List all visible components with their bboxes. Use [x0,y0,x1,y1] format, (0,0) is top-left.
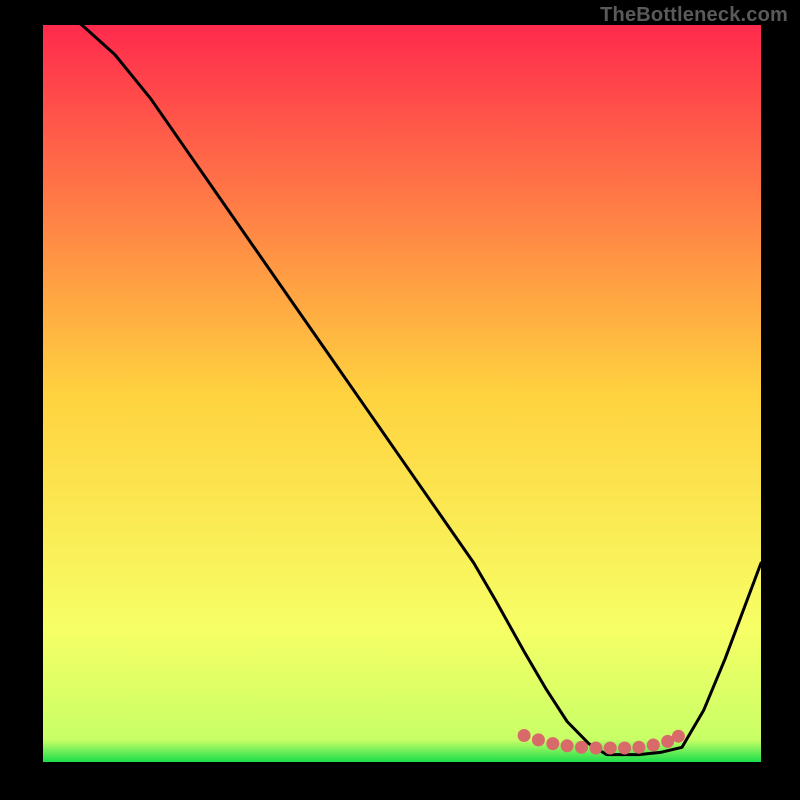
highlight-marker [589,742,602,755]
highlight-marker [618,742,631,755]
highlight-marker [518,729,531,742]
highlight-marker [604,742,617,755]
highlight-marker [672,730,685,743]
chart-frame: { "watermark": "TheBottleneck.com", "col… [0,0,800,800]
highlight-marker [532,733,545,746]
highlight-marker [546,737,559,750]
highlight-marker [575,741,588,754]
highlight-marker [632,741,645,754]
watermark-text: TheBottleneck.com [600,4,788,27]
bottleneck-chart [0,0,800,800]
highlight-marker [647,739,660,752]
highlight-marker [561,739,574,752]
gradient-background [43,25,761,762]
